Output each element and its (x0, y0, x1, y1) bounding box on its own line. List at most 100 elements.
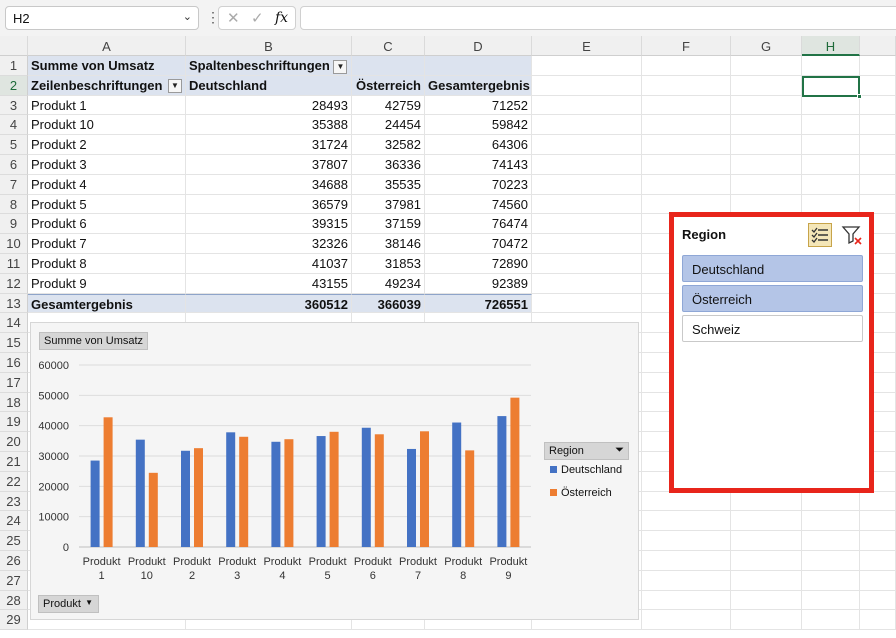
pivot-value-deutschland[interactable]: 28493 (186, 95, 352, 116)
cell[interactable] (802, 56, 860, 76)
cell[interactable] (532, 155, 642, 175)
cell[interactable] (731, 570, 802, 591)
pivot-value-total[interactable]: 76474 (425, 214, 532, 235)
cell[interactable] (731, 174, 802, 195)
cell[interactable] (642, 135, 731, 155)
pivot-value-oesterreich[interactable]: 37159 (352, 214, 425, 235)
pivot-row-label[interactable]: Produkt 1 (28, 95, 186, 116)
pivot-value-total[interactable]: 71252 (425, 95, 532, 116)
pivot-row-label[interactable]: Produkt 6 (28, 214, 186, 235)
pivot-value-total[interactable]: 59842 (425, 115, 532, 136)
row-header-23[interactable]: 23 (0, 491, 28, 512)
pivot-value-oesterreich[interactable]: 31853 (352, 254, 425, 274)
row-header-1[interactable]: 1 (0, 56, 28, 76)
pivot-row-label[interactable]: Produkt 3 (28, 155, 186, 175)
row-header-13[interactable]: 13 (0, 293, 28, 314)
cell[interactable] (860, 135, 896, 155)
row-header-15[interactable]: 15 (0, 333, 28, 353)
pivot-value-total[interactable]: 72890 (425, 254, 532, 274)
cell[interactable] (532, 194, 642, 215)
cell[interactable] (642, 531, 731, 551)
cell[interactable] (802, 491, 860, 512)
pivot-row-label[interactable]: Produkt 7 (28, 234, 186, 254)
pivot-value-total[interactable]: 74560 (425, 194, 532, 215)
cell[interactable] (642, 95, 731, 116)
cell[interactable] (642, 115, 731, 136)
formula-input[interactable] (300, 6, 896, 30)
cell[interactable] (802, 551, 860, 571)
cell[interactable] (860, 551, 896, 571)
cell[interactable] (860, 56, 896, 76)
row-header-18[interactable]: 18 (0, 392, 28, 413)
name-box[interactable]: H2 ⌄ (5, 6, 199, 30)
row-header-8[interactable]: 8 (0, 194, 28, 215)
slicer-item-deutschland[interactable]: Deutschland (682, 255, 863, 282)
cell[interactable] (731, 95, 802, 116)
slicer-item-schweiz[interactable]: Schweiz (682, 315, 863, 342)
cell[interactable] (802, 95, 860, 116)
cell[interactable] (642, 610, 731, 631)
pivot-value-oesterreich[interactable]: 24454 (352, 115, 425, 136)
cell[interactable] (802, 590, 860, 611)
cell[interactable] (860, 511, 896, 532)
cell[interactable] (731, 511, 802, 532)
row-header-21[interactable]: 21 (0, 452, 28, 472)
cell[interactable] (532, 273, 642, 294)
cell[interactable] (642, 174, 731, 195)
column-header-a[interactable]: A (28, 36, 186, 56)
cell[interactable] (731, 115, 802, 136)
row-header-7[interactable]: 7 (0, 174, 28, 195)
pivot-value-total[interactable]: 74143 (425, 155, 532, 175)
cell[interactable] (642, 56, 731, 76)
pivot-value-total[interactable]: 70472 (425, 234, 532, 254)
row-header-19[interactable]: 19 (0, 412, 28, 433)
cell[interactable] (860, 491, 896, 512)
cell[interactable] (731, 551, 802, 571)
cell[interactable] (731, 590, 802, 611)
clear-filter-icon[interactable] (840, 223, 864, 247)
pivot-value-deutschland[interactable]: 37807 (186, 155, 352, 175)
row-header-9[interactable]: 9 (0, 214, 28, 235)
column-header-h[interactable]: H (802, 36, 860, 56)
column-header-d[interactable]: D (425, 36, 532, 56)
row-header-22[interactable]: 22 (0, 471, 28, 492)
multi-select-icon[interactable] (808, 223, 832, 247)
cell[interactable] (532, 234, 642, 254)
pivot-value-oesterreich[interactable]: 37981 (352, 194, 425, 215)
active-cell[interactable] (802, 75, 860, 97)
pivot-chart[interactable]: Summe von Umsatz 0 10000 20000 30000 40000 50… (30, 322, 639, 620)
cell[interactable] (802, 570, 860, 591)
row-header-29[interactable]: 29 (0, 610, 28, 631)
pivot-value-deutschland[interactable]: 35388 (186, 115, 352, 136)
pivot-value-total[interactable]: 92389 (425, 273, 532, 294)
pivot-value-deutschland[interactable]: 41037 (186, 254, 352, 274)
cell[interactable] (642, 155, 731, 175)
cell[interactable] (802, 135, 860, 155)
cell[interactable] (802, 115, 860, 136)
pivot-value-deutschland[interactable]: 39315 (186, 214, 352, 235)
column-header-g[interactable]: G (731, 36, 802, 56)
row-header-4[interactable]: 4 (0, 115, 28, 136)
cell[interactable] (532, 95, 642, 116)
cell[interactable] (731, 56, 802, 76)
legend-field-button[interactable]: Region ⏷ (544, 442, 629, 460)
pivot-value-oesterreich[interactable]: 36336 (352, 155, 425, 175)
check-icon[interactable]: ✓ (251, 9, 264, 27)
row-header-11[interactable]: 11 (0, 254, 28, 274)
column-header-e[interactable]: E (532, 36, 642, 56)
column-header-b[interactable]: B (186, 36, 352, 56)
pivot-value-oesterreich[interactable]: 38146 (352, 234, 425, 254)
row-header-12[interactable]: 12 (0, 273, 28, 294)
row-header-24[interactable]: 24 (0, 511, 28, 532)
cell[interactable] (860, 570, 896, 591)
row-header-16[interactable]: 16 (0, 353, 28, 373)
cell[interactable] (731, 155, 802, 175)
cell[interactable] (731, 610, 802, 631)
pivot-row-label[interactable]: Produkt 2 (28, 135, 186, 155)
fill-handle[interactable] (857, 93, 862, 99)
cell[interactable] (532, 135, 642, 155)
row-header-10[interactable]: 10 (0, 234, 28, 254)
cancel-icon[interactable]: ✕ (227, 9, 240, 27)
cell[interactable] (731, 491, 802, 512)
pivot-value-total[interactable]: 64306 (425, 135, 532, 155)
